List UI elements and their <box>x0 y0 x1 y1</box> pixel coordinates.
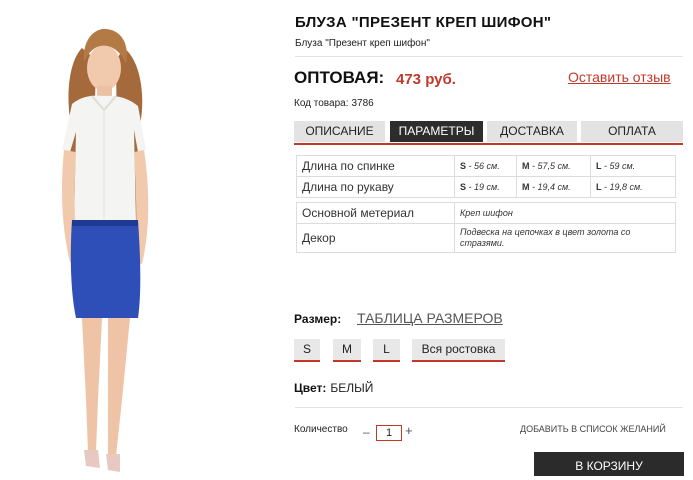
size-chart-link[interactable]: ТАБЛИЦА РАЗМЕРОВ <box>357 310 503 326</box>
quantity-decrease-button[interactable]: – <box>363 425 370 439</box>
leave-review-link[interactable]: Оставить отзыв <box>568 69 671 85</box>
materials-table: Основной метериал Креп шифон Декор Подве… <box>296 202 676 253</box>
sku-value: 3786 <box>351 98 374 109</box>
add-to-wishlist-link[interactable]: ДОБАВИТЬ В СПИСОК ЖЕЛАНИЙ <box>520 424 666 434</box>
param-size-l: L - 59 см. <box>590 155 676 177</box>
param-size-s: S - 19 см. <box>454 176 517 198</box>
color-value: БЕЛЫЙ <box>330 381 374 395</box>
product-sku: Код товара: 3786 <box>294 98 374 109</box>
material-value: Подвеска на цепочках в цвет золота со ст… <box>454 223 676 253</box>
divider <box>295 56 683 57</box>
size-label: Размер: <box>294 312 342 326</box>
param-name: Длина по рукаву <box>296 176 455 198</box>
product-tabs: ОПИСАНИЕ ПАРАМЕТРЫ ДОСТАВКА ОПЛАТА <box>294 121 683 143</box>
table-row: Основной метериал Креп шифон <box>296 202 676 224</box>
size-option-s[interactable]: S <box>294 339 320 362</box>
price-label: ОПТОВАЯ: <box>294 68 385 87</box>
param-size-l: L - 19,8 см. <box>590 176 676 198</box>
tab-payment[interactable]: ОПЛАТА <box>581 121 683 142</box>
tab-description[interactable]: ОПИСАНИЕ <box>294 121 385 142</box>
param-size-m: M - 19,4 см. <box>516 176 591 198</box>
add-to-cart-button[interactable]: В КОРЗИНУ <box>534 452 684 476</box>
tabs-underline <box>294 143 683 145</box>
material-name: Основной метериал <box>296 202 455 224</box>
table-row: Длина по рукаву S - 19 см. M - 19,4 см. … <box>296 176 676 198</box>
color-row: Цвет: БЕЛЫЙ <box>294 381 373 395</box>
divider <box>295 407 683 408</box>
params-table: Длина по спинке S - 56 см. M - 57,5 см. … <box>296 155 676 198</box>
param-size-s: S - 56 см. <box>454 155 517 177</box>
param-name: Длина по спинке <box>296 155 455 177</box>
sku-label: Код товара: <box>294 98 349 109</box>
price-value: 473 руб. <box>396 71 456 88</box>
table-row: Декор Подвеска на цепочках в цвет золота… <box>296 223 676 253</box>
quantity-input[interactable] <box>376 425 402 441</box>
size-option-m[interactable]: M <box>333 339 361 362</box>
tab-delivery[interactable]: ДОСТАВКА <box>487 121 577 142</box>
size-option-all[interactable]: Вся ростовка <box>412 339 505 362</box>
param-size-m: M - 57,5 см. <box>516 155 591 177</box>
color-label: Цвет: <box>294 381 327 395</box>
size-option-l[interactable]: L <box>373 339 400 362</box>
quantity-label: Количество <box>294 424 348 435</box>
quantity-increase-button[interactable]: + <box>405 423 413 438</box>
material-value: Креп шифон <box>454 202 676 224</box>
product-title: БЛУЗА "ПРЕЗЕНТ КРЕП ШИФОН" <box>295 14 552 31</box>
product-subtitle: Блуза "Презент креп шифон" <box>295 38 430 49</box>
table-row: Длина по спинке S - 56 см. M - 57,5 см. … <box>296 155 676 177</box>
product-photo <box>62 28 149 472</box>
material-name: Декор <box>296 223 455 253</box>
tab-parameters[interactable]: ПАРАМЕТРЫ <box>390 121 483 142</box>
